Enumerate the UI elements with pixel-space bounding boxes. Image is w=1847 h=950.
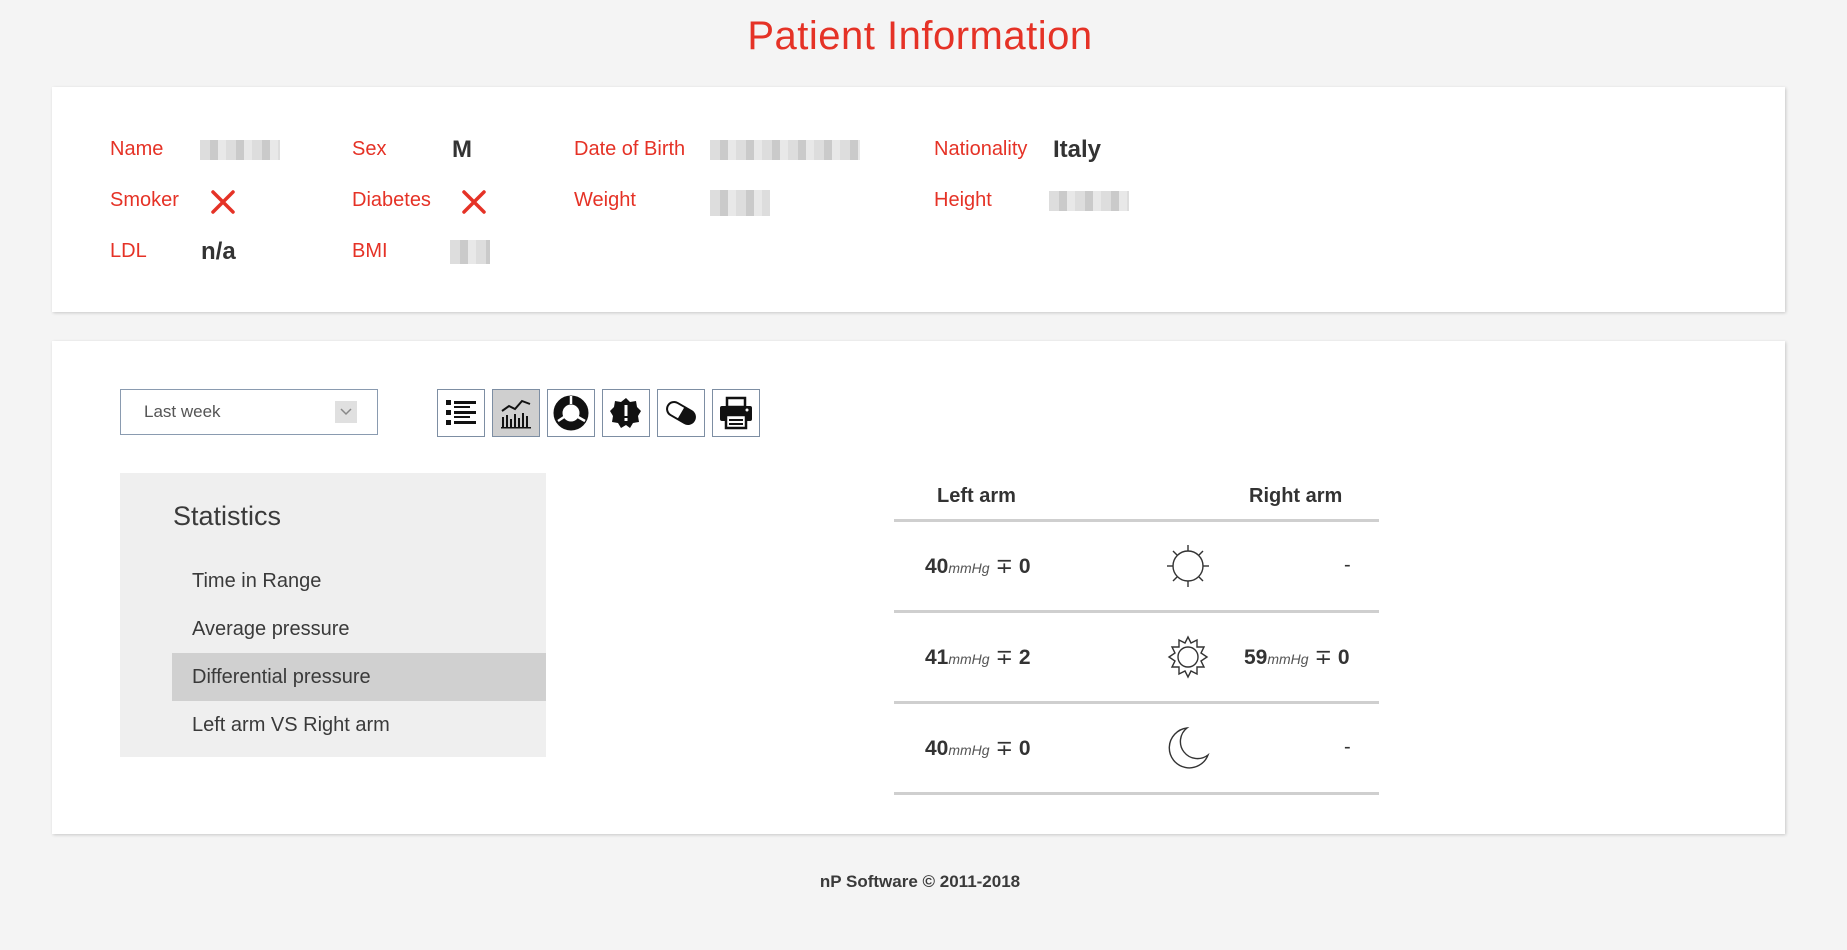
name-value-redacted <box>200 140 280 160</box>
right-arm-header: Right arm <box>1249 485 1343 507</box>
dob-label: Date of Birth <box>574 138 686 160</box>
stats-item-average-pressure[interactable]: Average pressure <box>172 605 546 653</box>
weight-value-redacted <box>710 190 770 216</box>
printer-icon <box>720 396 752 430</box>
table-row-1-left: 40mmHg ∓ 0 <box>925 555 1031 578</box>
statistics-menu: Statistics Time in Range Average pressur… <box>120 473 546 757</box>
weight-label: Weight <box>574 189 636 211</box>
left-arm-header: Left arm <box>937 485 1016 507</box>
row-divider <box>894 701 1379 704</box>
footer-copyright: nP Software © 2011-2018 <box>819 872 1021 891</box>
stats-item-time-in-range[interactable]: Time in Range <box>172 557 546 605</box>
statistics-card: Last week Statistics Time in Range Avera… <box>52 341 1785 834</box>
alert-badge-icon <box>610 398 641 428</box>
stats-item-left-vs-right[interactable]: Left arm VS Right arm <box>172 701 546 749</box>
stats-item-differential-pressure[interactable]: Differential pressure <box>172 653 546 701</box>
sun-icon <box>1167 545 1209 587</box>
list-view-button[interactable] <box>437 389 485 437</box>
period-select-value: Last week <box>144 402 221 421</box>
medication-button[interactable] <box>657 389 705 437</box>
height-value-redacted <box>1049 191 1129 211</box>
chevron-down-icon <box>335 401 357 423</box>
list-icon <box>446 400 476 425</box>
diabetes-no-icon <box>462 190 486 214</box>
table-row-2-right: 59mmHg ∓ 0 <box>1244 646 1350 669</box>
pill-icon <box>666 401 696 425</box>
sun-full-icon <box>1167 635 1209 679</box>
ldl-label: LDL <box>110 240 147 262</box>
statistics-title: Statistics <box>173 501 282 531</box>
period-select[interactable]: Last week <box>120 389 378 435</box>
chart-view-button[interactable] <box>492 389 540 437</box>
nationality-label: Nationality <box>934 138 1028 160</box>
sex-label: Sex <box>352 138 387 160</box>
table-row-2-left: 41mmHg ∓ 2 <box>925 646 1031 669</box>
ldl-value: n/a <box>201 238 236 265</box>
name-label: Name <box>110 138 164 160</box>
row-divider <box>894 792 1379 795</box>
table-row-1-right: - <box>1344 554 1351 576</box>
sex-value: M <box>452 136 472 163</box>
line-chart-icon <box>501 399 531 429</box>
row-divider <box>894 610 1379 613</box>
diabetes-label: Diabetes <box>352 189 431 211</box>
nationality-value: Italy <box>1053 136 1102 163</box>
bmi-value-redacted <box>450 240 490 264</box>
smoker-no-icon <box>211 190 235 214</box>
height-label: Height <box>934 189 992 211</box>
page-title: Patient Information <box>747 14 1093 58</box>
patient-info-card: Name Sex M Date of Birth Nationality Ita… <box>52 87 1785 312</box>
header-divider <box>894 519 1379 522</box>
alerts-button[interactable] <box>602 389 650 437</box>
print-button[interactable] <box>712 389 760 437</box>
smoker-label: Smoker <box>110 189 179 211</box>
table-row-3-left: 40mmHg ∓ 0 <box>925 737 1031 760</box>
table-row-3-right: - <box>1344 736 1351 758</box>
moon-icon <box>1168 727 1210 769</box>
donut-view-button[interactable] <box>547 389 595 437</box>
bmi-label: BMI <box>352 240 388 262</box>
donut-chart-icon <box>553 395 589 431</box>
dob-value-redacted <box>710 140 860 160</box>
